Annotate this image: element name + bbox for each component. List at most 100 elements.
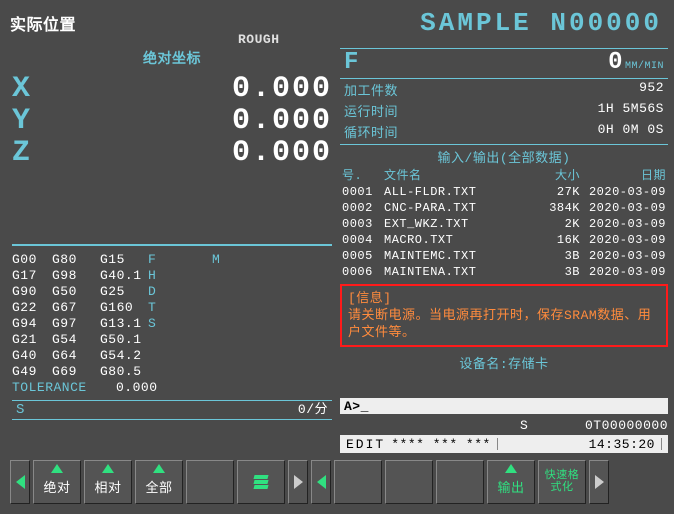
gcode-cell: G67: [52, 300, 100, 316]
gcode-letter: [148, 332, 164, 348]
gcode-cell: G50.1: [100, 332, 148, 348]
command-line[interactable]: A>_: [340, 398, 668, 414]
gcode-cell: G50: [52, 284, 100, 300]
file-no: 0002: [342, 200, 384, 216]
message-head: [信息]: [348, 290, 660, 307]
arrow-up-icon: [505, 464, 517, 473]
status-mode: EDIT: [346, 437, 385, 452]
file-size: 27K: [532, 184, 580, 200]
counter-parts-value: 952: [639, 80, 664, 99]
gcode-cell: G54: [52, 332, 100, 348]
softkey-5[interactable]: [237, 460, 285, 504]
gcode-cell: G00: [12, 252, 52, 268]
arrow-left-icon: [16, 475, 25, 489]
gcode-cell: [164, 316, 212, 332]
arrow-right-icon: [294, 475, 303, 489]
gcode-row: G94G97G13.1S: [12, 316, 332, 332]
gcode-row: G22G67G160T: [12, 300, 332, 316]
gcode-row: G17G98G40.1H: [12, 268, 332, 284]
file-name: EXT_WKZ.TXT: [384, 216, 532, 232]
counter-parts-label: 加工件数: [344, 80, 398, 99]
gcode-cell: [164, 332, 212, 348]
file-no: 0001: [342, 184, 384, 200]
gcode-cell: G25: [100, 284, 148, 300]
axis-row-z: Z 0.000: [12, 136, 332, 170]
softkey-4[interactable]: [186, 460, 234, 504]
gcode-letter: H: [148, 268, 164, 284]
file-row[interactable]: 0003EXT_WKZ.TXT2K2020-03-09: [340, 216, 668, 232]
message-box: [信息] 请关断电源。当电源再打开时，保存SRAM数据、用户文件等。: [340, 284, 668, 347]
file-name: MAINTENA.TXT: [384, 264, 532, 280]
file-row[interactable]: 0006MAINTENA.TXT3B2020-03-09: [340, 264, 668, 280]
softkey-quickformat[interactable]: 快速格式化: [538, 460, 586, 504]
gcode-cell: [164, 364, 212, 380]
axis-x-value: 0.000: [60, 72, 332, 106]
file-row[interactable]: 0002CNC-PARA.TXT384K2020-03-09: [340, 200, 668, 216]
softkey-rel[interactable]: 相对: [84, 460, 132, 504]
file-no: 0005: [342, 248, 384, 264]
file-name: ALL-FLDR.TXT: [384, 184, 532, 200]
gcode-cell: G49: [12, 364, 52, 380]
softkey-6[interactable]: [334, 460, 382, 504]
gcode-cell: G17: [12, 268, 52, 284]
status-bar: EDIT **** *** *** 14:35:20: [340, 435, 668, 453]
counter-cycle: 循环时间 0H 0M 0S: [340, 121, 668, 142]
gcode-letter: F: [148, 252, 164, 268]
gcode-cell: [164, 252, 212, 268]
file-date: 2020-03-09: [580, 232, 666, 248]
gcode-cell: [164, 268, 212, 284]
counter-runtime-value: 1H 5M56S: [598, 101, 664, 120]
gcode-row: G00G80G15FM: [12, 252, 332, 268]
gcode-cell: G94: [12, 316, 52, 332]
page-title: 实际位置: [8, 11, 343, 35]
file-row[interactable]: 0001ALL-FLDR.TXT27K2020-03-09: [340, 184, 668, 200]
gcode-cell: G15: [100, 252, 148, 268]
softkey-mid-next[interactable]: [288, 460, 308, 504]
arrow-up-icon: [102, 464, 114, 473]
softkey-abs-label: 绝对: [43, 482, 70, 496]
softkey-all[interactable]: 全部: [135, 460, 183, 504]
gcode-letter: S: [148, 316, 164, 332]
softkey-output[interactable]: 输出: [487, 460, 535, 504]
gcode-cell: G80.5: [100, 364, 148, 380]
gcode-cell: G21: [12, 332, 52, 348]
softkey-rel-label: 相对: [94, 482, 121, 496]
axis-heading: 绝对坐标: [12, 48, 332, 68]
softkey-bar: 绝对 相对 全部 输出 快速格式化: [8, 460, 666, 504]
gcode-cell: G160: [100, 300, 148, 316]
file-list-title: 输入/输出(全部数据): [340, 147, 668, 166]
tolerance-label: TOLERANCE: [12, 380, 116, 396]
status-divider: [497, 438, 498, 450]
gcode-row: G90G50G25D: [12, 284, 332, 300]
file-row[interactable]: 0005MAINTEMC.TXT3B2020-03-09: [340, 248, 668, 264]
file-col-date: 日期: [580, 168, 666, 184]
file-no: 0004: [342, 232, 384, 248]
counter-cycle-label: 循环时间: [344, 122, 398, 141]
softkey-abs[interactable]: 绝对: [33, 460, 81, 504]
file-size: 2K: [532, 216, 580, 232]
program-id: SAMPLE N00000: [343, 8, 666, 38]
softkey-7[interactable]: [385, 460, 433, 504]
softkey-prev[interactable]: [10, 460, 30, 504]
softkey-8[interactable]: [436, 460, 484, 504]
counter-runtime-label: 运行时间: [344, 101, 398, 120]
file-row[interactable]: 0004MACRO.TXT16K2020-03-09: [340, 232, 668, 248]
status-time: 14:35:20: [589, 437, 655, 452]
status-s-row: S 0T00000000: [340, 418, 668, 433]
softkey-mid-prev[interactable]: [311, 460, 331, 504]
gcode-row: G21G54G50.1: [12, 332, 332, 348]
spindle-label: S: [16, 402, 32, 418]
file-name: CNC-PARA.TXT: [384, 200, 532, 216]
softkey-next[interactable]: [589, 460, 609, 504]
feed-row: F 0 MM/MIN: [340, 49, 668, 79]
gcode-letter: D: [148, 284, 164, 300]
file-col-name: 文件名: [384, 168, 532, 184]
file-col-size: 大小: [532, 168, 580, 184]
status-stars: **** *** ***: [391, 437, 491, 452]
axis-y-value: 0.000: [60, 104, 332, 138]
gcode-cell: G22: [12, 300, 52, 316]
arrow-up-icon: [51, 464, 63, 473]
file-date: 2020-03-09: [580, 184, 666, 200]
file-list-header: 号. 文件名 大小 日期: [340, 168, 668, 184]
axis-y-label: Y: [12, 104, 60, 138]
